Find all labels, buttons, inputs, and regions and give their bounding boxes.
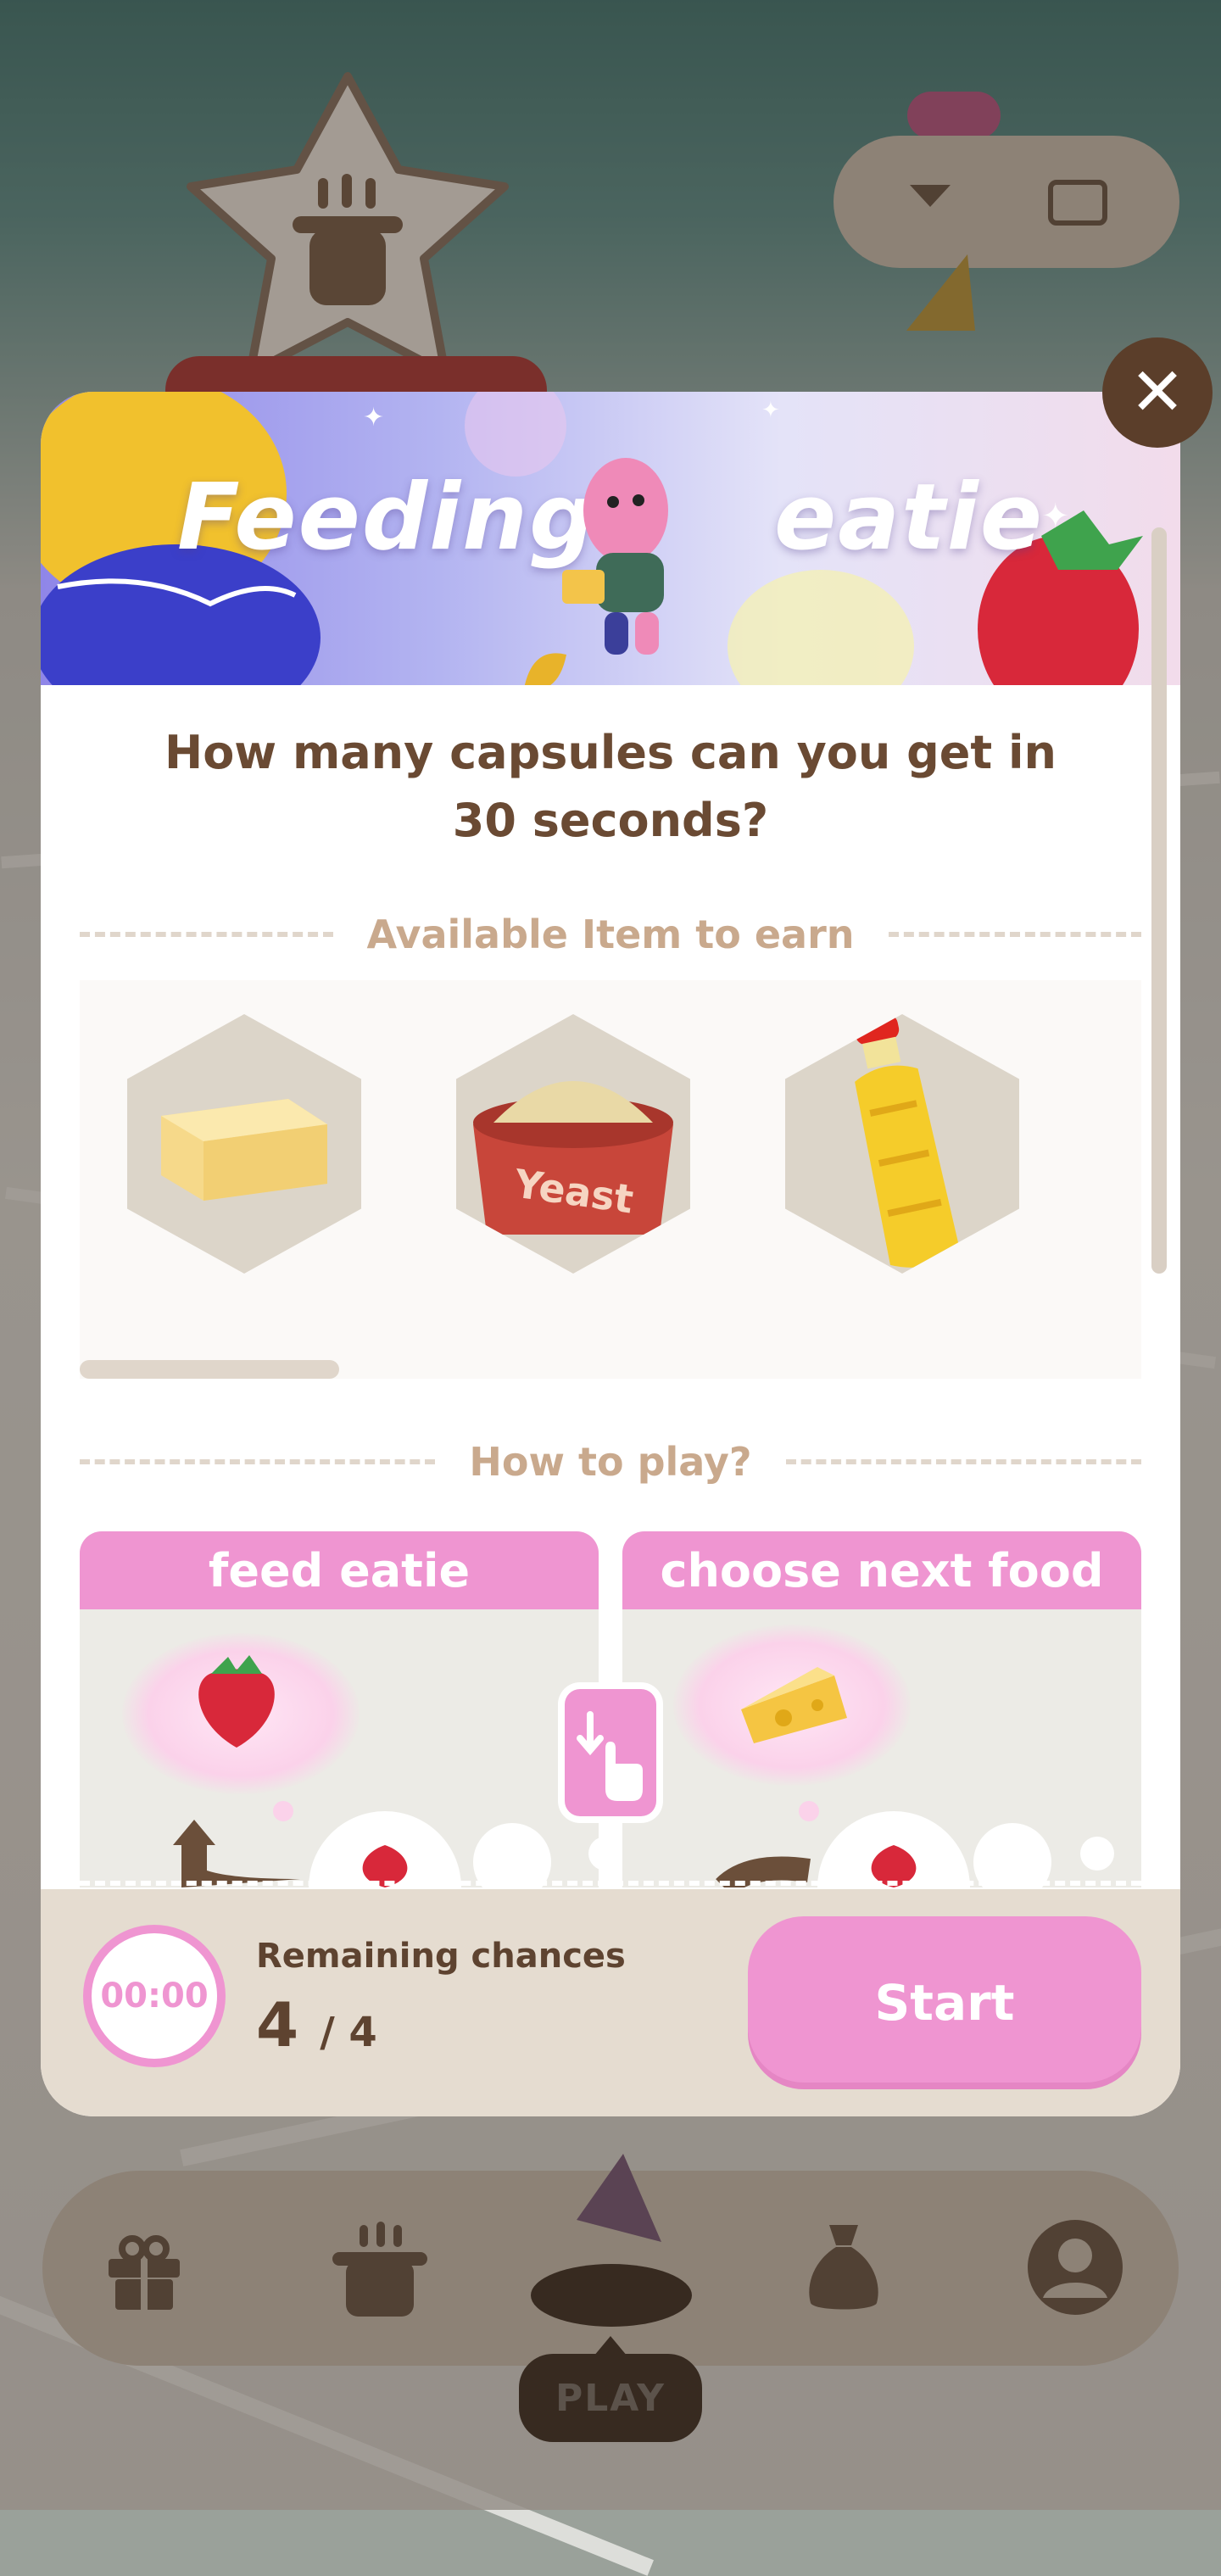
svg-text:✦: ✦ xyxy=(363,403,384,432)
game-question: How many capsules can you get in 30 seco… xyxy=(164,726,1057,847)
footer-divider xyxy=(80,1881,1141,1886)
item-oil[interactable] xyxy=(785,1014,1019,1274)
remaining-chances-value: 4 / 4 xyxy=(256,1989,377,2060)
card-choose-next-food: choose next food xyxy=(622,1531,1141,1887)
how-to-play-title: How to play? xyxy=(469,1439,752,1485)
swap-hint-icon xyxy=(565,1689,656,1816)
oil-bottle-icon xyxy=(854,1014,961,1268)
eatie-character-icon xyxy=(562,458,668,655)
how-to-play-header: How to play? xyxy=(80,1436,1141,1487)
item-yeast[interactable]: Yeast xyxy=(456,1014,690,1274)
yeast-box-icon: Yeast xyxy=(473,1081,673,1235)
modal-scrollbar[interactable] xyxy=(1151,527,1167,1274)
remaining-chances-label: Remaining chances xyxy=(256,1937,626,1976)
items-carousel[interactable]: Yeast xyxy=(80,980,1141,1379)
timer-display: 00:00 xyxy=(83,1925,226,2067)
start-button[interactable]: Start xyxy=(748,1916,1141,2089)
card-title: feed eatie xyxy=(80,1531,599,1609)
feeding-eatie-modal: ✦ ✦ ✦ Feeding eatie How many capsules ca… xyxy=(41,392,1180,2116)
svg-text:✦: ✦ xyxy=(761,398,780,423)
card-feed-eatie: feed eatie xyxy=(80,1531,599,1887)
cheese-icon xyxy=(741,1667,847,1743)
strawberry-icon xyxy=(198,1655,275,1748)
feed-path-illustration xyxy=(173,1801,599,1887)
game-banner: ✦ ✦ ✦ Feeding eatie xyxy=(41,392,1180,685)
item-butter[interactable] xyxy=(127,1014,361,1274)
choose-food-illustration xyxy=(716,1801,1114,1887)
items-carousel-scrollbar[interactable] xyxy=(80,1360,339,1379)
available-items-header: Available Item to earn xyxy=(80,909,1141,960)
available-items-title: Available Item to earn xyxy=(366,912,855,957)
close-button[interactable]: ✕ xyxy=(1102,337,1213,448)
card-title: choose next food xyxy=(622,1531,1141,1609)
butter-icon xyxy=(161,1099,327,1201)
